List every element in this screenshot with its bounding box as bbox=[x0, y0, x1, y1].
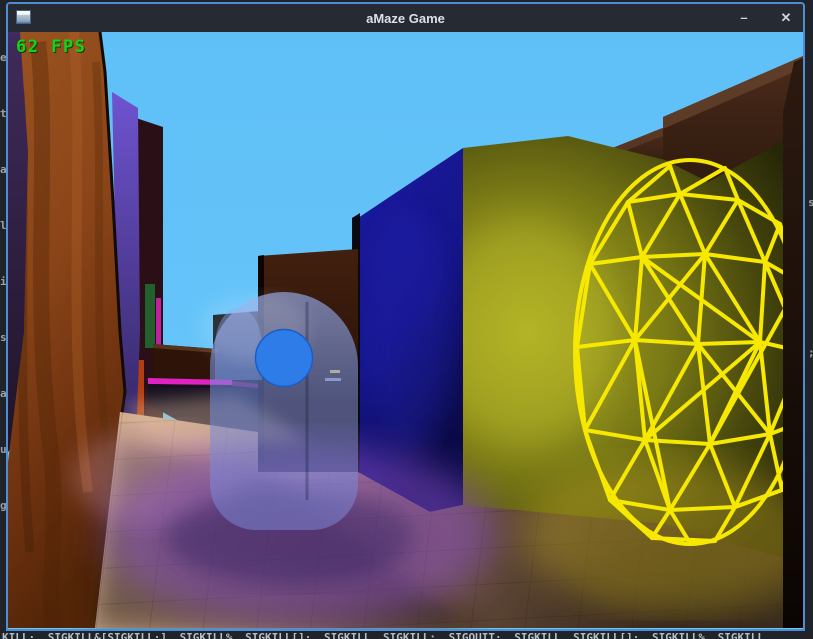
game-window: aMaze Game – ✕ 62 FPS bbox=[6, 2, 805, 631]
window-title: aMaze Game bbox=[366, 10, 445, 26]
game-viewport[interactable]: 62 FPS bbox=[8, 32, 803, 629]
titlebar[interactable]: aMaze Game – ✕ bbox=[8, 4, 803, 32]
game-scene bbox=[8, 32, 803, 629]
terminal-fragment-bottom: KILL· SIGKILL&[SIGKILL·] SIGKILL% SIGKIL… bbox=[2, 632, 764, 639]
player-capsule bbox=[199, 292, 358, 530]
close-button[interactable]: ✕ bbox=[771, 4, 801, 32]
right-near-wall bbox=[783, 58, 803, 628]
desktop: e t a l i s a u g s ; KILL· SIGKILL&[SIG… bbox=[0, 0, 813, 639]
minimize-button[interactable]: – bbox=[729, 4, 759, 32]
blue-orb bbox=[254, 328, 314, 388]
fps-counter: 62 FPS bbox=[16, 37, 87, 57]
terminal-fragment-right: s ; bbox=[808, 196, 813, 359]
